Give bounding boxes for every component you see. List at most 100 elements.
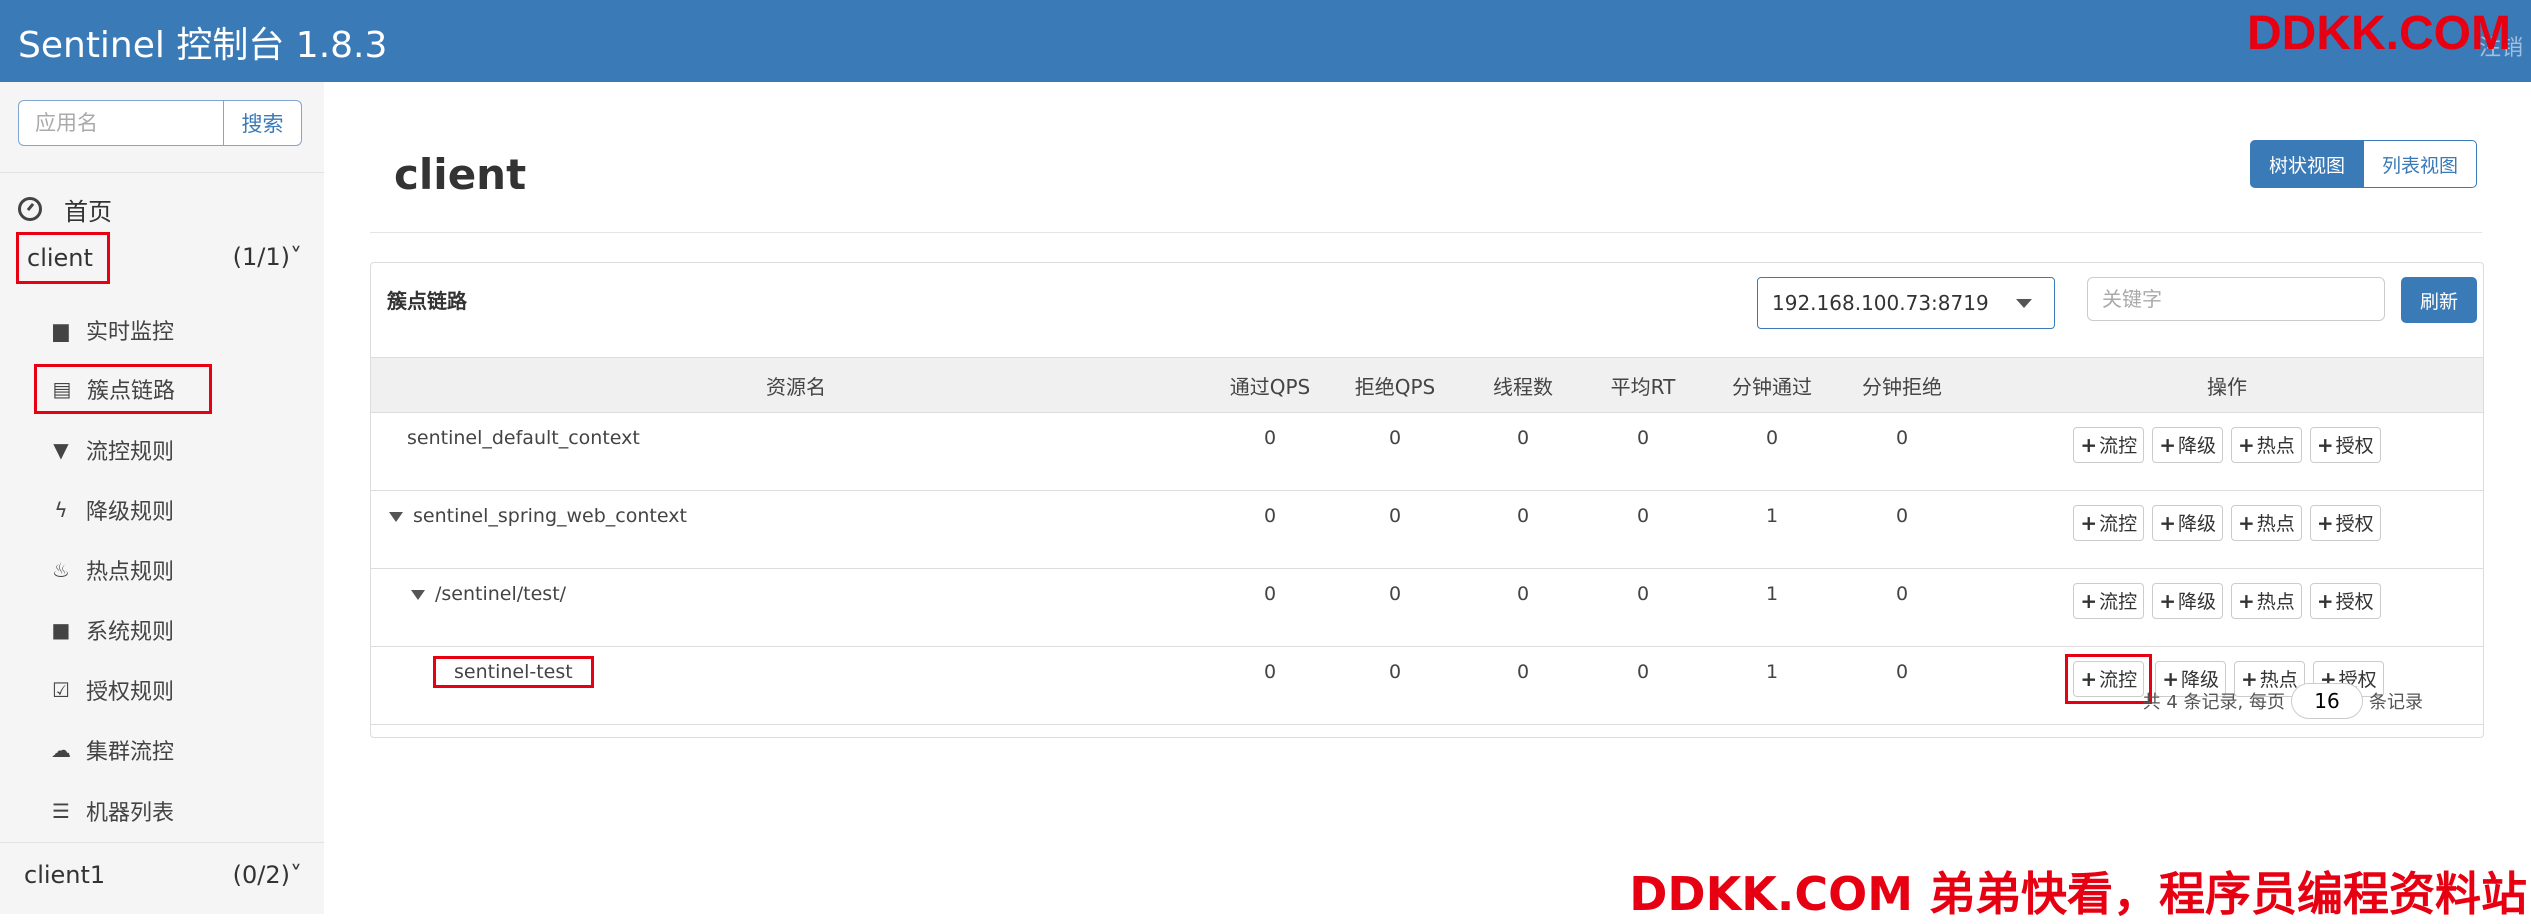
- keyword-input[interactable]: [2087, 277, 2385, 321]
- add-flow-rule-button[interactable]: + 流控: [2073, 661, 2145, 697]
- cell-block-qps: 0: [1319, 568, 1471, 647]
- divider: [0, 172, 324, 173]
- sidebar-item-label: 授权规则: [86, 680, 175, 705]
- sidebar-item-cluster-point[interactable]: ▤ 簇点链路: [34, 364, 213, 414]
- resource-name: /sentinel/test/: [435, 583, 567, 605]
- refresh-button[interactable]: 刷新: [2401, 277, 2477, 323]
- sidebar-item-cluster-flow[interactable]: ☁ 集群流控: [50, 727, 174, 773]
- add-flow-rule-button[interactable]: + 流控: [2073, 583, 2145, 619]
- add-degrade-rule-button[interactable]: + 降级: [2152, 505, 2223, 541]
- app-client1[interactable]: client1 (0/2)˅: [0, 850, 324, 900]
- resource-cell: sentinel_spring_web_context: [371, 490, 1221, 569]
- op-label: 授权: [2335, 591, 2374, 613]
- sidebar-item-degrade-rules[interactable]: ϟ 降级规则: [50, 487, 174, 533]
- resource-name: sentinel_spring_web_context: [413, 505, 687, 527]
- list-view-button[interactable]: 列表视图: [2364, 140, 2478, 188]
- cell-block-qps: 0: [1319, 490, 1471, 569]
- op-label: 降级: [2177, 435, 2216, 457]
- pager-prefix: 共 4 条记录, 每页: [2142, 692, 2285, 713]
- view-toggle: 树状视图 列表视图: [2250, 140, 2478, 188]
- sidebar-item-label: 热点规则: [86, 560, 175, 585]
- op-label: 授权: [2335, 513, 2374, 535]
- lock-icon: ■: [51, 618, 71, 642]
- dashboard-icon: [18, 197, 42, 221]
- caret-down-icon[interactable]: [411, 589, 425, 600]
- sidebar-item-label: 实时监控: [86, 320, 175, 345]
- highlight-box: + 流控: [2065, 654, 2153, 704]
- cell-pass-qps: 0: [1221, 646, 1319, 725]
- add-auth-rule-button[interactable]: + 授权: [2309, 427, 2381, 463]
- watermark-top: DDKK.COM: [2247, 7, 2511, 60]
- op-label: 降级: [2177, 591, 2216, 613]
- table-row: /sentinel/test/ 0 0 0 0 1 0 + 流控 + 降级 + 热点 …: [371, 568, 2483, 647]
- flash-icon: ϟ: [54, 498, 68, 522]
- check-icon: ☑: [52, 678, 70, 702]
- divider: [0, 842, 324, 843]
- col-minute-pass: 分钟通过: [1711, 357, 1833, 413]
- cell-avg-rt: 0: [1575, 568, 1711, 647]
- cell-avg-rt: 0: [1575, 490, 1711, 569]
- op-label: 流控: [2099, 669, 2138, 691]
- sidebar-item-label: 集群流控: [86, 740, 175, 765]
- add-degrade-rule-button[interactable]: + 降级: [2152, 427, 2223, 463]
- brand-title[interactable]: Sentinel 控制台 1.8.3: [18, 16, 387, 68]
- tree-view-button[interactable]: 树状视图: [2250, 140, 2365, 188]
- fire-icon: ♨: [52, 558, 70, 582]
- machine-select[interactable]: 192.168.100.73:8719: [1757, 277, 2055, 329]
- ops-cell: + 流控 + 降级 + 热点 + 授权: [1971, 412, 2483, 491]
- sidebar-item-label: 降级规则: [86, 500, 175, 525]
- app-search-button[interactable]: 搜索: [223, 100, 302, 146]
- ops-cell: + 流控 + 降级 + 热点 + 授权: [1971, 490, 2483, 569]
- col-avg-rt: 平均RT: [1575, 357, 1711, 413]
- cell-minute-block: 0: [1833, 412, 1971, 491]
- app-name: client: [16, 232, 110, 284]
- add-hot-rule-button[interactable]: + 热点: [2231, 427, 2302, 463]
- sidebar-item-system-rules[interactable]: ■ 系统规则: [50, 607, 174, 653]
- cell-minute-block: 0: [1833, 568, 1971, 647]
- app-search: 搜索: [18, 100, 302, 146]
- caret-down-icon: [2016, 299, 2032, 308]
- table-row: sentinel_spring_web_context 0 0 0 0 1 0 …: [371, 490, 2483, 569]
- cell-block-qps: 0: [1319, 412, 1471, 491]
- add-flow-rule-button[interactable]: + 流控: [2073, 427, 2145, 463]
- cell-minute-pass: 1: [1711, 490, 1833, 569]
- sidebar-item-auth-rules[interactable]: ☑ 授权规则: [50, 667, 174, 713]
- op-label: 流控: [2099, 591, 2138, 613]
- resource-cell: /sentinel/test/: [371, 568, 1221, 647]
- cell-avg-rt: 0: [1575, 412, 1711, 491]
- col-minute-block: 分钟拒绝: [1833, 357, 1971, 413]
- sidebar-item-hot-rules[interactable]: ♨ 热点规则: [50, 547, 174, 593]
- cell-avg-rt: 0: [1575, 646, 1711, 725]
- cloud-icon: ☁: [51, 738, 71, 762]
- cell-threads: 0: [1471, 412, 1575, 491]
- sidebar-item-realtime[interactable]: ▆ 实时监控: [50, 307, 174, 353]
- add-degrade-rule-button[interactable]: + 降级: [2152, 583, 2223, 619]
- add-hot-rule-button[interactable]: + 热点: [2231, 505, 2302, 541]
- sidebar-item-machines[interactable]: ☰ 机器列表: [50, 788, 174, 834]
- cell-minute-block: 0: [1833, 646, 1971, 725]
- add-hot-rule-button[interactable]: + 热点: [2231, 583, 2302, 619]
- nav-home[interactable]: 首页: [18, 184, 112, 234]
- cell-minute-block: 0: [1833, 490, 1971, 569]
- app-search-input[interactable]: [18, 100, 223, 146]
- sidebar: 搜索 首页 client (1/1)˅ ▆ 实时监控 ▤ 簇点链路 ▼ 流控规则…: [0, 82, 324, 914]
- op-label: 流控: [2099, 435, 2138, 457]
- page-size-input[interactable]: [2291, 683, 2363, 719]
- list-icon: ▤: [52, 377, 72, 401]
- add-auth-rule-button[interactable]: + 授权: [2309, 583, 2381, 619]
- caret-down-icon[interactable]: [389, 511, 403, 522]
- sidebar-item-flow-rules[interactable]: ▼ 流控规则: [50, 427, 174, 473]
- cell-minute-pass: 1: [1711, 646, 1833, 725]
- op-label: 降级: [2177, 513, 2216, 535]
- add-flow-rule-button[interactable]: + 流控: [2073, 505, 2145, 541]
- app-client[interactable]: client (1/1)˅: [0, 232, 324, 284]
- app-count: (0/2)˅: [232, 861, 302, 889]
- cell-block-qps: 0: [1319, 646, 1471, 725]
- app-name: client1: [24, 861, 106, 889]
- op-label: 授权: [2335, 435, 2374, 457]
- resource-name: sentinel-test: [433, 656, 594, 688]
- cell-minute-pass: 0: [1711, 412, 1833, 491]
- op-label: 流控: [2099, 513, 2138, 535]
- resource-name: sentinel_default_context: [407, 427, 640, 449]
- add-auth-rule-button[interactable]: + 授权: [2309, 505, 2381, 541]
